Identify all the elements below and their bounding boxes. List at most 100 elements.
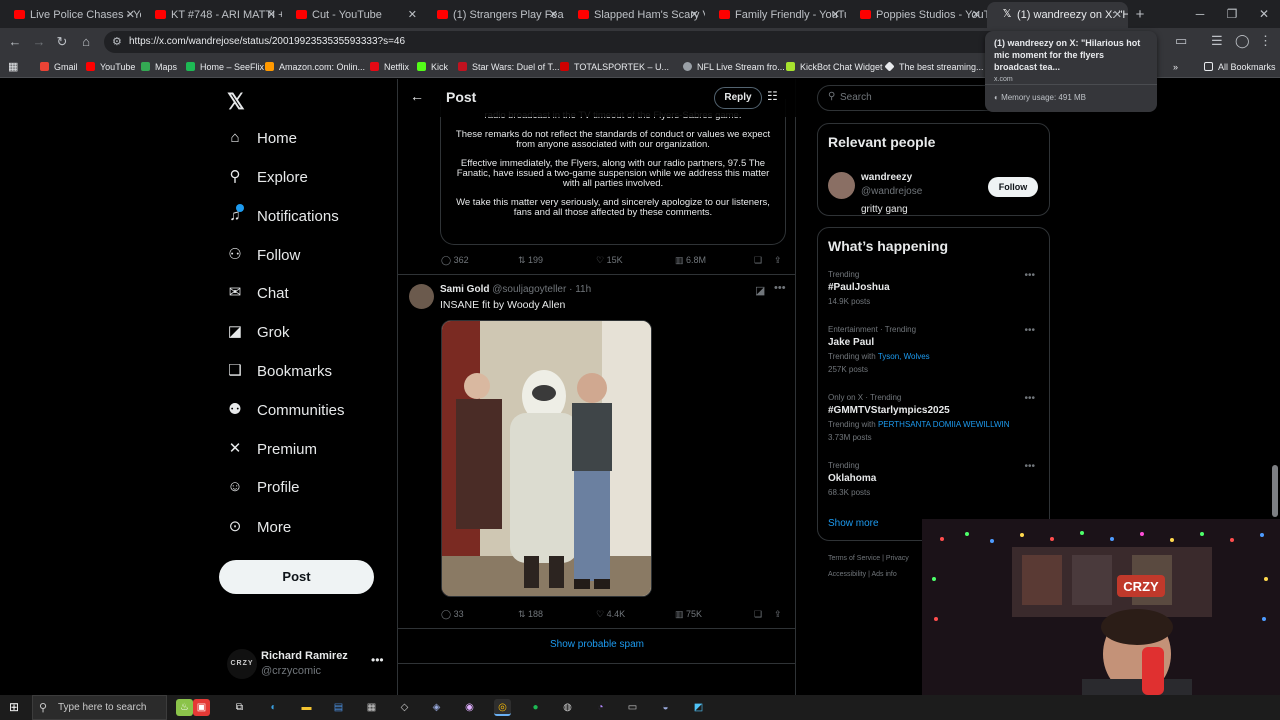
trend-item[interactable]: Trending Oklahoma 68.3K posts ••• xyxy=(828,461,1043,497)
follow-button[interactable]: Follow xyxy=(988,177,1038,197)
like-action[interactable]: ♡ 15K xyxy=(596,255,623,266)
avatar[interactable] xyxy=(409,284,434,309)
media-icon[interactable]: ☰ xyxy=(1211,33,1223,49)
bookmark-nfl[interactable]: NFL Live Stream fro... xyxy=(683,56,785,78)
bookmark-maps[interactable]: Maps xyxy=(141,56,177,78)
browser-tab[interactable]: KT #748 - ARI MATTI + Eh✕ xyxy=(141,2,282,28)
trend-with-link[interactable]: Tyson, Wolves xyxy=(878,352,930,361)
edge-icon[interactable]: ◐ xyxy=(265,699,282,716)
close-icon[interactable]: ✕ xyxy=(408,2,417,28)
browser-tab[interactable]: Slapped Ham's Scary Vide✕ xyxy=(564,2,705,28)
bookmark-gmail[interactable]: Gmail xyxy=(40,56,78,78)
discord-icon[interactable]: ◔ xyxy=(592,699,609,716)
grok-icon[interactable]: ◪ xyxy=(755,284,765,297)
bookmark-seeflix[interactable]: Home – SeeFlix xyxy=(186,56,264,78)
bookmark-totalsportek[interactable]: TOTALSPORTEK – U... xyxy=(560,56,669,78)
menu-icon[interactable]: ⋮ xyxy=(1259,33,1272,49)
new-tab-button[interactable]: + xyxy=(1128,2,1152,28)
more-options-icon[interactable]: ••• xyxy=(1024,393,1035,404)
more-options-icon[interactable]: ••• xyxy=(774,282,786,294)
app-icon[interactable]: ◉ xyxy=(461,699,478,716)
close-icon[interactable]: ✕ xyxy=(831,2,840,28)
sidebar-item-grok[interactable]: ◪ Grok xyxy=(227,320,290,344)
repost-action[interactable]: ⇅ 199 xyxy=(518,255,543,266)
close-icon[interactable]: ✕ xyxy=(126,2,135,28)
scrollbar-thumb[interactable] xyxy=(1272,465,1278,517)
windows-start-icon[interactable]: ⊞ xyxy=(9,700,19,714)
browser-tab[interactable]: Cut - YouTube ✕ xyxy=(282,2,423,28)
like-action[interactable]: ♡ 4.4K xyxy=(596,609,625,620)
app-icon[interactable]: ◍ xyxy=(559,699,576,716)
sidebar-item-home[interactable]: ⌂ Home xyxy=(227,126,297,150)
sidebar-item-communities[interactable]: ⚉ Communities xyxy=(227,398,344,422)
browser-tab[interactable]: Poppies Studios - YouTube✕ xyxy=(846,2,987,28)
sidebar-item-premium[interactable]: ✕ Premium xyxy=(227,437,317,461)
sidebar-item-profile[interactable]: ☺ Profile xyxy=(227,475,299,499)
bookmark-streaming[interactable]: The best streaming... xyxy=(884,56,984,78)
taskbar-search[interactable]: ⚲ Type here to search xyxy=(32,695,167,720)
person-handle[interactable]: @wandrejose xyxy=(861,186,922,197)
close-icon[interactable]: ✕ xyxy=(267,2,276,28)
x-logo-icon[interactable]: 𝕏 xyxy=(227,89,245,115)
close-window-icon[interactable]: ✕ xyxy=(1248,0,1280,28)
footer-links[interactable]: Terms of Service | Privacy xyxy=(828,555,909,562)
close-icon[interactable]: ✕ xyxy=(1113,2,1122,28)
home-icon[interactable]: ⌂ xyxy=(77,33,95,51)
share-icon[interactable]: ⇪ xyxy=(774,255,782,266)
quoted-statement-image[interactable]: radio broadcast in the TV timeout of the… xyxy=(440,99,786,245)
sidebar-item-bookmarks[interactable]: ❑ Bookmarks xyxy=(227,359,332,383)
post-button[interactable]: Post xyxy=(219,560,374,594)
reply-button[interactable]: Reply xyxy=(714,87,762,109)
more-options-icon[interactable]: ••• xyxy=(1024,270,1035,281)
gift-icon[interactable]: ▣ xyxy=(193,699,210,716)
store-icon[interactable]: ▤ xyxy=(330,699,347,716)
trend-item[interactable]: Entertainment · Trending Jake Paul Trend… xyxy=(828,325,1043,374)
trend-item[interactable]: Trending #PaulJoshua 14.9K posts ••• xyxy=(828,270,1043,306)
site-info-icon[interactable]: ⚙ xyxy=(112,35,122,48)
restore-icon[interactable]: ❐ xyxy=(1216,0,1248,28)
trend-item[interactable]: Only on X · Trending #GMMTVStarlympics20… xyxy=(828,393,1043,442)
browser-tab-active[interactable]: 𝕏 (1) wandreezy on X: "Hilar✕ xyxy=(987,2,1128,28)
bookmark-youtube[interactable]: YouTube xyxy=(86,56,135,78)
cast-icon[interactable]: ▭ xyxy=(1175,33,1187,49)
bookmarks-overflow-icon[interactable]: » xyxy=(1173,56,1178,78)
reply-action[interactable]: ◯ 362 xyxy=(441,255,469,266)
browser-tab[interactable]: Family Friendly - YouTube✕ xyxy=(705,2,846,28)
close-icon[interactable]: ✕ xyxy=(549,2,558,28)
person-name[interactable]: wandreezy xyxy=(861,172,912,183)
forward-icon[interactable]: → xyxy=(30,33,48,51)
sidebar-item-chat[interactable]: ✉ Chat xyxy=(227,281,289,305)
post-photo[interactable] xyxy=(441,320,652,597)
file-explorer-icon[interactable]: ▬ xyxy=(298,699,315,716)
close-icon[interactable]: ✕ xyxy=(972,2,981,28)
show-more-link[interactable]: Show more xyxy=(828,518,879,529)
bookmark-kickbot[interactable]: KickBot Chat Widget xyxy=(786,56,883,78)
sidebar-item-follow[interactable]: ⚇ Follow xyxy=(227,243,300,267)
settings-sliders-icon[interactable]: ☷ xyxy=(767,89,778,103)
author-name[interactable]: Sami Gold xyxy=(440,284,489,295)
close-icon[interactable]: ✕ xyxy=(690,2,699,28)
bookmark-netflix[interactable]: Netflix xyxy=(370,56,409,78)
reply-action[interactable]: ◯ 33 xyxy=(441,609,464,620)
profile-icon[interactable]: ◯ xyxy=(1235,33,1250,49)
calculator-icon[interactable]: ▦ xyxy=(363,699,380,716)
browser-tab[interactable]: (1) Strangers Play Fear Pon✕ xyxy=(423,2,564,28)
terminal-icon[interactable]: ▭ xyxy=(624,699,641,716)
repost-action[interactable]: ⇅ 188 xyxy=(518,609,543,620)
bookmark-icon[interactable]: ❑ xyxy=(754,255,762,266)
bookmark-kick[interactable]: Kick xyxy=(417,56,448,78)
spotify-icon[interactable]: ● xyxy=(527,699,544,716)
views-action[interactable]: ▥ 75K xyxy=(675,609,702,620)
app-icon[interactable]: ◇ xyxy=(396,699,413,716)
back-arrow-icon[interactable]: ← xyxy=(410,88,424,104)
bookmark-starwars[interactable]: Star Wars: Duel of T... xyxy=(458,56,560,78)
avatar[interactable] xyxy=(828,172,855,199)
trend-with-link[interactable]: PERTHSANTA DOMIIA WEWILLWIN xyxy=(878,420,1010,429)
task-view-icon[interactable]: ⧉ xyxy=(231,699,248,716)
footer-links[interactable]: Accessibility | Ads info xyxy=(828,571,897,578)
sidebar-item-explore[interactable]: ⚲ Explore xyxy=(227,165,308,189)
more-options-icon[interactable]: ••• xyxy=(1024,461,1035,472)
post-time[interactable]: · 11h xyxy=(569,284,591,295)
reload-icon[interactable]: ↻ xyxy=(53,33,71,51)
browser-tab[interactable]: Live Police Chases - YouTube✕ xyxy=(0,2,141,28)
